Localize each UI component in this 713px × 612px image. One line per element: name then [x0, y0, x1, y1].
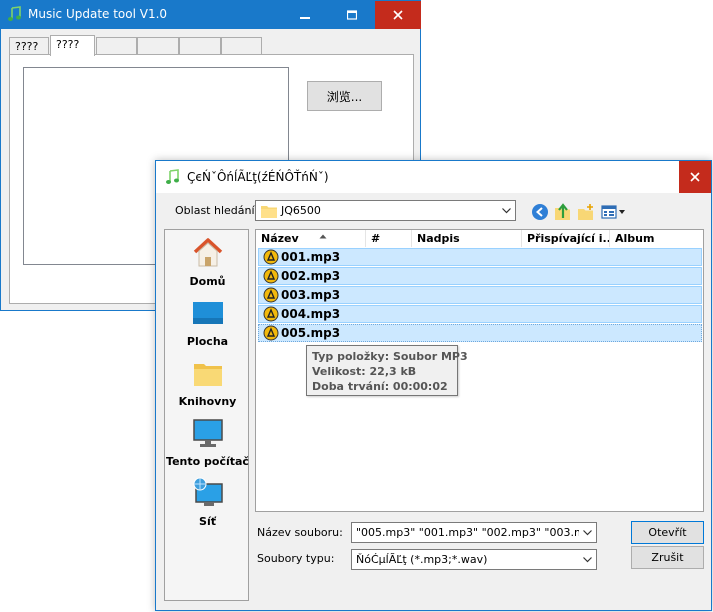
look-in-value: JQ6500: [281, 204, 321, 217]
file-name: 004.mp3: [281, 307, 341, 321]
open-button[interactable]: Otevřít: [631, 521, 704, 544]
file-name-value: "005.mp3" "001.mp3" "002.mp3" "003.mp3" …: [356, 526, 579, 539]
dialog-close-button[interactable]: [679, 161, 711, 193]
tab-3[interactable]: [96, 37, 137, 55]
chevron-down-icon: [498, 201, 515, 220]
audio-file-icon: [263, 287, 279, 303]
view-menu-icon[interactable]: [601, 203, 627, 221]
column-number[interactable]: #: [366, 230, 412, 247]
open-file-dialog: ÇєŃˇÔńĺÃĽţ(źÉŃÔŤńŃˇ) Oblast hledání: JQ6…: [155, 160, 712, 611]
audio-file-icon: [263, 268, 279, 284]
file-info-tooltip: Typ položky: Soubor MP3 Velikost: 22,3 k…: [306, 345, 468, 396]
tooltip-size: Velikost: 22,3 kB: [312, 365, 417, 378]
tooltip-type: Typ položky: Soubor MP3: [312, 350, 468, 363]
look-in-combo[interactable]: JQ6500: [255, 200, 516, 221]
file-name: 001.mp3: [281, 250, 341, 264]
tab-5[interactable]: [179, 37, 221, 55]
file-row[interactable]: 003.mp3: [258, 286, 702, 304]
libraries-icon: [193, 364, 222, 386]
close-button[interactable]: [375, 1, 421, 29]
look-in-label: Oblast hledání:: [175, 204, 259, 217]
place-libraries[interactable]: Knihovny: [165, 356, 250, 408]
computer-icon: [192, 419, 223, 447]
column-title[interactable]: Nadpis: [412, 230, 522, 247]
desktop-icon: [192, 302, 223, 324]
column-contributing-artists[interactable]: Přispívající i...: [522, 230, 610, 247]
folder-icon: [261, 205, 277, 218]
music-note-icon: [8, 6, 21, 21]
maximize-icon: [347, 10, 357, 20]
file-name: 003.mp3: [281, 288, 341, 302]
minimize-button[interactable]: [282, 1, 328, 29]
file-row[interactable]: 002.mp3: [258, 267, 702, 285]
tab-4[interactable]: [137, 37, 179, 55]
back-icon[interactable]: [531, 203, 549, 221]
tab-1[interactable]: ????: [9, 37, 49, 55]
places-bar: Domů Plocha Knihovny Tento počítač Síť: [164, 229, 249, 601]
dialog-title: ÇєŃˇÔńĺÃĽţ(źÉŃÔŤńŃˇ): [187, 170, 329, 184]
maximize-button[interactable]: [329, 1, 375, 29]
browse-button[interactable]: 浏览...: [307, 81, 382, 111]
audio-file-icon: [263, 306, 279, 322]
close-icon: [393, 10, 403, 20]
main-window-title: Music Update tool V1.0: [28, 7, 168, 21]
minimize-icon: [300, 17, 310, 19]
chevron-down-icon[interactable]: [579, 550, 596, 569]
place-home[interactable]: Domů: [165, 236, 250, 288]
file-type-value: ŇóĆµĺÃĽţ (*.mp3;*.wav): [356, 553, 488, 566]
file-row[interactable]: 004.mp3: [258, 305, 702, 323]
file-row[interactable]: 005.mp3: [258, 324, 702, 342]
file-type-label: Soubory typu:: [257, 552, 335, 565]
place-desktop[interactable]: Plocha: [165, 296, 250, 348]
audio-file-icon: [263, 325, 279, 341]
cancel-button[interactable]: Zrušit: [631, 546, 704, 569]
tab-6[interactable]: [221, 37, 262, 55]
place-this-pc[interactable]: Tento počítač: [165, 416, 250, 468]
new-folder-icon[interactable]: [577, 203, 595, 221]
up-folder-icon[interactable]: [554, 203, 572, 221]
column-name[interactable]: Název: [256, 230, 366, 247]
network-icon: [193, 477, 223, 506]
music-note-icon: [166, 169, 179, 184]
file-name: 002.mp3: [281, 269, 341, 283]
file-name: 005.mp3: [281, 326, 341, 340]
file-type-select[interactable]: ŇóĆµĺÃĽţ (*.mp3;*.wav): [351, 549, 597, 570]
file-name-label: Název souboru:: [257, 526, 343, 539]
file-row[interactable]: 001.mp3: [258, 248, 702, 266]
dialog-title-bar[interactable]: ÇєŃˇÔńĺÃĽţ(źÉŃÔŤńŃˇ): [156, 161, 711, 193]
close-icon: [690, 172, 700, 182]
chevron-down-icon[interactable]: [579, 523, 596, 542]
tooltip-duration: Doba trvání: 00:00:02: [312, 380, 448, 393]
column-album[interactable]: Album: [610, 230, 703, 247]
sort-arrow-icon: [319, 234, 327, 239]
home-icon: [193, 238, 222, 267]
tab-2[interactable]: ????: [50, 35, 95, 56]
audio-file-icon: [263, 249, 279, 265]
place-network[interactable]: Síť: [165, 476, 250, 528]
file-name-field[interactable]: "005.mp3" "001.mp3" "002.mp3" "003.mp3" …: [351, 522, 597, 543]
main-title-bar[interactable]: Music Update tool V1.0: [1, 1, 421, 29]
